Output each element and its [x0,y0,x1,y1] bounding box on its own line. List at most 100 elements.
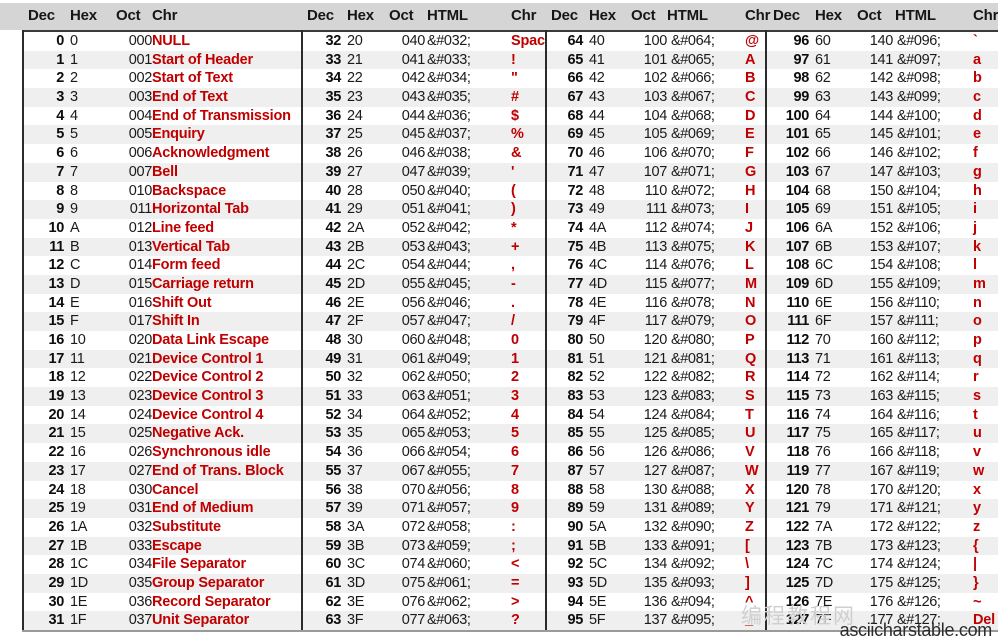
table-row[interactable]: 8 8 010 Backspace [24,181,301,201]
table-row[interactable]: 98 62 142 &#098; b [767,69,998,89]
table-row[interactable]: 35 23 043 &#035; # [303,88,545,107]
table-row[interactable]: 42 2A 052 &#042; * [303,218,545,238]
table-row[interactable]: 123 7B 173 &#123;{ [767,536,998,556]
table-row[interactable]: 17 11 021 Device Control 1 [24,349,301,369]
table-row[interactable]: 16 10 020 Data Link Escape [24,331,301,350]
table-row[interactable]: 20 14 024 Device Control 4 [24,405,301,425]
table-row[interactable]: 51 33 063 &#051; 3 [303,387,545,406]
table-row[interactable]: 109 6D 155 &#109; m [767,274,998,294]
table-row[interactable]: 100 64 144 &#100; d [767,106,998,126]
table-row[interactable]: 65 41 101 &#065; A [547,50,765,70]
table-row[interactable]: 116 74 164 &#116; t [767,405,998,425]
table-row[interactable]: 61 3D 075 &#061; = [303,573,545,593]
table-row[interactable]: 96 60 140 &#096; ` [767,32,998,51]
table-row[interactable]: 6 6 006 Acknowledgment [24,144,301,163]
table-row[interactable]: 36 24 044 &#036; $ [303,106,545,126]
table-row[interactable]: 85 55 125 &#085; U [547,424,765,444]
table-row[interactable]: 66 42 102 &#066; B [547,69,765,89]
table-row[interactable]: 93 5D 135 &#093;] [547,573,765,593]
table-row[interactable]: 1 1 001 Start of Header [24,50,301,70]
table-row[interactable]: 60 3C 074 &#060; < [303,555,545,574]
table-row[interactable]: 83 53 123 &#083; S [547,387,765,406]
table-row[interactable]: 124 7C 174 &#124; | [767,555,998,574]
table-row[interactable]: 56 38 070 &#056; 8 [303,480,545,500]
table-row[interactable]: 117 75 165 &#117; u [767,424,998,444]
table-row[interactable]: 19 13 023 Device Control 3 [24,387,301,406]
table-row[interactable]: 2 2 002 Start of Text [24,69,301,89]
table-row[interactable]: 114 72 162 &#114; r [767,368,998,388]
table-row[interactable]: 101 65 145 &#101; e [767,125,998,145]
table-row[interactable]: 87 57 127 &#087; W [547,461,765,481]
table-row[interactable]: 28 1C 034 File Separator [24,555,301,574]
table-row[interactable]: 110 6E 156 &#110; n [767,293,998,313]
table-row[interactable]: 22 16 026 Synchronous idle [24,443,301,462]
table-row[interactable]: 92 5C 134 &#092; \ [547,555,765,574]
table-row[interactable]: 79 4F 117 &#079; O [547,312,765,331]
table-row[interactable]: 24 18 030 Cancel [24,480,301,500]
table-row[interactable]: 90 5A 132 &#090; Z [547,517,765,537]
table-row[interactable]: 76 4C 114 &#076; L [547,256,765,275]
table-row[interactable]: 72 48 110 &#072; H [547,181,765,201]
table-row[interactable]: 43 2B 053 &#043; + [303,237,545,257]
table-row[interactable]: 37 25 045 &#037;% [303,125,545,145]
table-row[interactable]: 68 44 104 &#068; D [547,106,765,126]
table-row[interactable]: 111 6F 157 &#111; o [767,312,998,331]
table-row[interactable]: 74 4A 112 &#074; J [547,218,765,238]
table-row[interactable]: 21 15 025 Negative Ack. [24,424,301,444]
table-row[interactable]: 59 3B 073 &#059;; [303,536,545,556]
table-row[interactable]: 23 17 027 End of Trans. Block [24,461,301,481]
table-row[interactable]: 97 61 141 &#097; a [767,50,998,70]
table-row[interactable]: 57 39 071 &#057; 9 [303,499,545,518]
table-row[interactable]: 38 26 046 &#038; & [303,144,545,163]
table-row[interactable]: 89 59 131 &#089; Y [547,499,765,518]
table-row[interactable]: 107 6B 153 &#107; k [767,237,998,257]
table-row[interactable]: 104 68 150 &#104; h [767,181,998,201]
table-row[interactable]: 115 73 163 &#115; s [767,387,998,406]
table-row[interactable]: 52 34 064 &#052; 4 [303,405,545,425]
table-row[interactable]: 26 1A 032 Substitute [24,517,301,537]
table-row[interactable]: 27 1B 033 Escape [24,536,301,556]
table-row[interactable]: 29 1D 035 Group Separator [24,573,301,593]
table-row[interactable]: 81 51 121 &#081; Q [547,349,765,369]
table-row[interactable]: 102 66 146 &#102; f [767,144,998,163]
table-row[interactable]: 32 20 040 &#032; Space [303,32,553,51]
table-row[interactable]: 95 5F 137 &#095; _ [547,611,765,630]
table-row[interactable]: 0 0 000 NULL [24,32,301,51]
table-row[interactable]: 126 7E 176 &#126; ~ [767,592,998,612]
table-row[interactable]: 70 46 106 &#070; F [547,144,765,163]
table-row[interactable]: 91 5B 133 &#091;[ [547,536,765,556]
table-row[interactable]: 62 3E 076 &#062; > [303,592,545,612]
table-row[interactable]: 119 77 167 &#119; w [767,461,998,481]
table-row[interactable]: 106 6A 152 &#106; j [767,218,998,238]
table-row[interactable]: 103 67 147 &#103; g [767,162,998,182]
table-row[interactable]: 25 19 031 End of Medium [24,499,301,518]
table-row[interactable]: 113 71 161 &#113; q [767,349,998,369]
table-row[interactable]: 13 D 015 Carriage return [24,274,301,294]
table-row[interactable]: 88 58 130 &#088; X [547,480,765,500]
table-row[interactable]: 67 43 103 &#067; C [547,88,765,107]
table-row[interactable]: 125 7D 175 &#125;} [767,573,998,593]
table-row[interactable]: 47 2F 057 &#047; / [303,312,545,331]
table-row[interactable]: 58 3A 072 &#058;: [303,517,545,537]
table-row[interactable]: 94 5E 136 &#094; ^ [547,592,765,612]
table-row[interactable]: 53 35 065 &#053; 5 [303,424,545,444]
table-row[interactable]: 11 B 013 Vertical Tab [24,237,301,257]
table-row[interactable]: 71 47 107 &#071; G [547,162,765,182]
table-row[interactable]: 5 5 005 Enquiry [24,125,301,145]
table-row[interactable]: 44 2C 054 &#044;, [303,256,545,275]
table-row[interactable]: 80 50 120 &#080; P [547,331,765,350]
table-row[interactable]: 50 32 062 &#050; 2 [303,368,545,388]
table-row[interactable]: 105 69 151 &#105; i [767,200,998,219]
table-row[interactable]: 73 49 111 &#073; I [547,200,765,219]
table-row[interactable]: 78 4E 116 &#078; N [547,293,765,313]
table-row[interactable]: 121 79 171 &#121; y [767,499,998,518]
table-row[interactable]: 33 21 041 &#033;! [303,50,545,70]
table-row[interactable]: 45 2D 055 &#045; - [303,274,545,294]
table-row[interactable]: 118 76 166 &#118; v [767,443,998,462]
table-row[interactable]: 15 F 017 Shift In [24,312,301,331]
table-row[interactable]: 84 54 124 &#084; T [547,405,765,425]
table-row[interactable]: 86 56 126 &#086; V [547,443,765,462]
table-row[interactable]: 40 28 050 &#040;( [303,181,545,201]
table-row[interactable]: 31 1F 037 Unit Separator [24,611,301,630]
table-row[interactable]: 3 3 003 End of Text [24,88,301,107]
